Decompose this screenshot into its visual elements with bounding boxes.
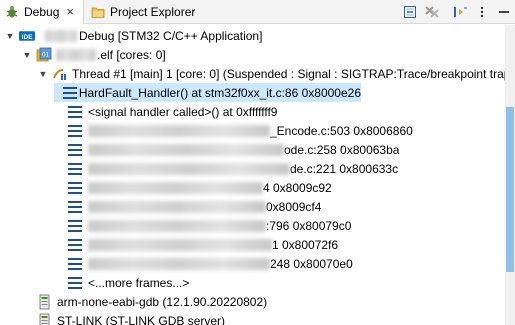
stack-frame-icon xyxy=(68,162,82,175)
stack-frame-label: 4 0x8009c92 xyxy=(263,180,332,195)
tree-item-gdb[interactable]: arm-none-eabi-gdb (12.1.90.20220802) xyxy=(37,292,267,311)
tab-debug[interactable]: Debug × xyxy=(0,0,84,25)
suspended-thread-icon xyxy=(52,66,68,82)
more-frames-label: <...more frames...> xyxy=(88,275,190,290)
stack-frame-icon xyxy=(63,86,78,99)
remove-terminated-icon[interactable] xyxy=(421,2,443,22)
redacted-function-name xyxy=(88,124,270,137)
stlink-label: ST-LINK (ST-LINK GDB server) xyxy=(57,313,226,325)
collapse-all-icon[interactable] xyxy=(399,2,421,22)
redacted-project-name xyxy=(45,29,77,42)
redacted-function-name xyxy=(88,143,284,156)
stack-frame-row[interactable]: 4 0x8009c92 xyxy=(54,178,332,197)
process-label: .elf [cores: 0] xyxy=(97,47,166,62)
ide-badge-icon: IDE xyxy=(19,28,35,44)
stack-frame-icon xyxy=(68,276,82,289)
vertical-scrollbar[interactable] xyxy=(505,25,515,325)
stack-frame-row[interactable]: HardFault_Handler() at stm32f0xx_it.c:86… xyxy=(54,83,361,102)
chevron-down-icon[interactable]: ▼ xyxy=(4,30,16,42)
stack-frame-row[interactable]: 1 0x80072f6 xyxy=(54,235,338,254)
stack-frame-icon xyxy=(68,238,82,251)
debug-tree: ▼ IDE Debug [STM32 C/C++ Application] ▼ … xyxy=(0,25,514,325)
tree-item-process[interactable]: ▼ 01 .elf [cores: 0] xyxy=(21,45,166,64)
stack-frame-icon xyxy=(68,143,82,156)
stack-frame-label: 0x8009cf4 xyxy=(266,199,322,214)
stack-frame-icon xyxy=(68,257,82,270)
stack-frame-row[interactable]: _Encode.c:503 0x8006860 xyxy=(54,121,413,140)
tree-item-stlink[interactable]: ST-LINK (ST-LINK GDB server) xyxy=(37,311,225,325)
minimize-icon[interactable] xyxy=(493,2,515,22)
tree-item-launch[interactable]: ▼ IDE Debug [STM32 C/C++ Application] xyxy=(4,26,263,45)
tree-item-thread[interactable]: ▼ Thread #1 [main] 1 [core: 0] (Suspende… xyxy=(37,64,515,83)
stack-frame-row[interactable]: 248 0x80070e0 xyxy=(54,254,353,273)
stack-frame-icon xyxy=(68,200,82,213)
redacted-function-name xyxy=(88,181,263,194)
stack-frame-label: :796 0x80079c0 xyxy=(266,218,352,233)
stack-frame-icon xyxy=(68,219,82,232)
stack-frame-label: HardFault_Handler() at stm32f0xx_it.c:86… xyxy=(78,85,361,100)
debug-bug-icon xyxy=(4,4,20,20)
redacted-function-name xyxy=(88,238,272,251)
launch-label: Debug [STM32 C/C++ Application] xyxy=(79,28,263,43)
close-icon[interactable]: × xyxy=(66,5,74,18)
redacted-function-name xyxy=(88,162,290,175)
stack-frame-row[interactable]: :796 0x80079c0 xyxy=(54,216,351,235)
chevron-down-icon[interactable]: ▼ xyxy=(21,49,33,61)
stack-frame-icon xyxy=(68,105,82,118)
gdb-process-icon xyxy=(37,294,53,310)
redacted-function-name xyxy=(88,257,270,270)
more-frames-row[interactable]: <...more frames...> xyxy=(54,273,189,292)
stack-frame-label: 248 0x80070e0 xyxy=(270,256,353,271)
view-menu-icon[interactable] xyxy=(471,2,493,22)
stack-frame-label: de.c:221 0x800633c xyxy=(290,161,399,176)
stack-frame-icon xyxy=(68,181,82,194)
view-toolbar xyxy=(399,2,515,22)
gdb-label: arm-none-eabi-gdb (12.1.90.20220802) xyxy=(57,294,268,309)
tab-project-explorer-label: Project Explorer xyxy=(110,5,196,19)
stack-frame-row[interactable]: de.c:221 0x800633c xyxy=(54,159,398,178)
stack-frame-row[interactable]: ode.c:258 0x80063ba xyxy=(54,140,399,159)
project-explorer-icon xyxy=(90,4,106,20)
redacted-elf-name xyxy=(56,48,96,61)
redacted-function-name xyxy=(88,200,266,213)
thread-label: Thread #1 [main] 1 [core: 0] (Suspended … xyxy=(72,66,515,81)
scrollbar-thumb[interactable] xyxy=(506,107,514,272)
stack-frame-label: _Encode.c:503 0x8006860 xyxy=(270,123,413,138)
svg-text:01: 01 xyxy=(42,52,49,58)
step-filter-icon[interactable] xyxy=(449,2,471,22)
tab-debug-label: Debug xyxy=(24,4,60,19)
stack-frame-label: 1 0x80072f6 xyxy=(272,237,339,252)
tab-project-explorer[interactable]: Project Explorer xyxy=(86,0,206,24)
stack-frame-row[interactable]: <signal handler called>() at 0xfffffff9 xyxy=(54,102,277,121)
view-tab-bar: Debug × Project Explorer xyxy=(0,0,515,25)
chevron-down-icon[interactable]: ▼ xyxy=(37,68,49,80)
elf-binary-icon: 01 xyxy=(36,47,52,63)
stack-frame-icon xyxy=(68,124,82,137)
stack-frame-label: <signal handler called>() at 0xfffffff9 xyxy=(88,104,278,119)
stack-frame-label: ode.c:258 0x80063ba xyxy=(284,142,400,157)
ide-badge-text: IDE xyxy=(22,33,33,40)
stack-frame-row[interactable]: 0x8009cf4 xyxy=(54,197,321,216)
gdb-server-icon xyxy=(37,313,53,325)
redacted-function-name xyxy=(88,219,266,232)
